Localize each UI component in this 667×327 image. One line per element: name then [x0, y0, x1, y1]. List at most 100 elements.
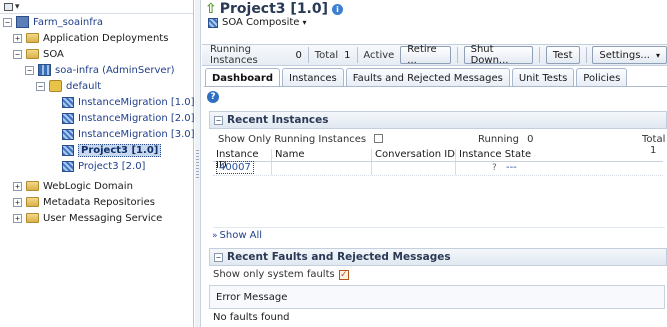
tab-dashboard[interactable]: Dashboard: [205, 68, 280, 87]
collapse-icon[interactable]: −: [214, 252, 223, 262]
instance-id-cell: 40007: [213, 161, 272, 175]
system-faults-filter: Show only system faults ✓: [213, 269, 349, 280]
tree-item-label: InstanceMigration [1.0]: [78, 96, 195, 108]
running-only-label: Show Only Running Instances: [218, 134, 367, 145]
splitter-grip-icon[interactable]: [196, 150, 199, 178]
column-header[interactable]: Name: [272, 149, 372, 161]
collapse-icon[interactable]: −: [214, 115, 223, 125]
column-header[interactable]: Instance State: [456, 149, 663, 161]
page-header: ⇧ Project3 [1.0] i: [205, 1, 344, 17]
collapse-icon[interactable]: −: [3, 17, 12, 27]
table-row[interactable]: 40007 ? ---: [213, 161, 663, 176]
folder-icon: [26, 181, 39, 191]
conversation-cell: [372, 162, 456, 175]
toolbar-separator: [307, 47, 309, 63]
tree-item-label: InstanceMigration [3.0]: [78, 128, 195, 140]
tree-item-composite[interactable]: InstanceMigration [1.0]: [62, 94, 195, 110]
tree-item-label: soa-infra (AdminServer): [55, 64, 175, 76]
double-chevron-icon: »: [212, 230, 218, 241]
tree-item-metadata[interactable]: + Metadata Repositories: [13, 194, 155, 210]
section-title: Recent Instances: [227, 114, 329, 126]
running-instances-label: Running Instances: [210, 44, 258, 66]
tab-faults[interactable]: Faults and Rejected Messages: [345, 68, 510, 87]
running-only-checkbox[interactable]: [374, 134, 384, 143]
composite-toolbar: Running Instances 0 Total 1 Active Retir…: [202, 44, 667, 66]
tree-item-label: SOA: [43, 48, 64, 60]
recent-instances-header[interactable]: − Recent Instances: [209, 111, 667, 129]
info-icon[interactable]: i: [332, 3, 344, 15]
name-cell: [272, 162, 372, 175]
expand-icon[interactable]: +: [13, 213, 22, 223]
collapse-icon[interactable]: −: [13, 49, 22, 59]
show-all-label: Show All: [219, 230, 263, 241]
tree-item-soa[interactable]: − SOA: [13, 46, 64, 62]
tab-instances[interactable]: Instances: [282, 68, 344, 87]
composite-icon: [62, 112, 74, 124]
expand-icon[interactable]: +: [13, 181, 22, 191]
table-empty-area: [213, 178, 665, 228]
chevron-down-icon: ▾: [302, 18, 307, 27]
expand-icon[interactable]: +: [13, 197, 22, 207]
recent-instances-table: Instance ID Name Conversation ID Instanc…: [213, 149, 663, 176]
tree-item-app-deployments[interactable]: + Application Deployments: [13, 30, 168, 46]
tab-policies[interactable]: Policies: [576, 68, 628, 87]
composite-icon: [208, 17, 218, 28]
error-message-column-header[interactable]: Error Message: [209, 285, 665, 309]
tree-item-label: Application Deployments: [43, 32, 169, 44]
tree-view-menu-button[interactable]: ▾: [4, 2, 20, 12]
tree-item-ums[interactable]: + User Messaging Service: [13, 210, 162, 226]
tree-item-label: Project3 [1.0]: [78, 143, 162, 157]
tree-item-weblogic[interactable]: + WebLogic Domain: [13, 178, 133, 194]
composite-icon: [62, 144, 74, 156]
system-faults-checkbox[interactable]: ✓: [338, 269, 349, 280]
help-icon[interactable]: ?: [207, 91, 219, 103]
tree-item-composite[interactable]: InstanceMigration [2.0]: [62, 110, 195, 126]
soa-infra-icon: [38, 64, 51, 76]
instance-state-link[interactable]: ---: [506, 162, 517, 173]
running-value: 0: [527, 134, 534, 145]
total-label: Total: [314, 49, 339, 61]
tree-item-label: default: [66, 80, 102, 92]
composite-icon: [62, 160, 74, 172]
tree-item-composite-selected[interactable]: Project3 [1.0]: [62, 142, 162, 158]
column-header[interactable]: Instance ID: [213, 149, 272, 171]
collapse-icon[interactable]: −: [36, 81, 45, 91]
soa-composite-menu[interactable]: SOA Composite ▾: [208, 17, 306, 28]
tree-item-default[interactable]: − default: [36, 78, 101, 94]
instance-id-link[interactable]: 40007: [216, 161, 254, 174]
instances-filter-row: Show Only Running Instances Running 0 To…: [218, 134, 665, 156]
running-instances-value: 0: [295, 49, 302, 61]
show-all-link[interactable]: » Show All: [212, 230, 262, 241]
recent-faults-header[interactable]: − Recent Faults and Rejected Messages: [209, 248, 667, 266]
pane-splitter[interactable]: [195, 0, 201, 327]
up-arrow-icon: ⇧: [205, 1, 217, 17]
tree-item-composite[interactable]: InstanceMigration [3.0]: [62, 126, 195, 142]
tree-item-label: Metadata Repositories: [43, 196, 155, 208]
chevron-down-icon: ▾: [655, 50, 660, 60]
retire-button[interactable]: Retire ...: [400, 44, 451, 66]
settings-button-label: Settings...: [599, 49, 650, 61]
toolbar-separator: [585, 47, 587, 63]
folder-icon: [26, 49, 39, 59]
column-header[interactable]: Conversation ID: [372, 149, 456, 161]
test-button[interactable]: Test: [545, 46, 580, 64]
table-header: Instance ID Name Conversation ID Instanc…: [213, 149, 663, 171]
collapse-icon[interactable]: −: [25, 65, 34, 75]
section-title: Recent Faults and Rejected Messages: [227, 251, 451, 263]
toolbar-separator: [538, 47, 540, 63]
tree-toolbar: ▾: [0, 0, 193, 14]
tree-item-soa-infra[interactable]: − soa-infra (AdminServer): [25, 62, 175, 78]
chevron-down-icon: ▾: [15, 1, 20, 12]
tree-item-label: InstanceMigration [2.0]: [78, 112, 195, 124]
tree-item-composite[interactable]: Project3 [2.0]: [62, 158, 145, 174]
instance-state-cell: ? ---: [456, 162, 663, 175]
tab-unit-tests[interactable]: Unit Tests: [511, 68, 575, 87]
total-value: 1: [344, 49, 351, 61]
system-faults-label: Show only system faults: [213, 269, 335, 280]
shut-down-button[interactable]: Shut Down...: [463, 44, 533, 66]
settings-button[interactable]: Settings... ▾: [592, 46, 667, 64]
tab-bar: Dashboard Instances Faults and Rejected …: [205, 68, 628, 87]
running-count: Running 0: [478, 134, 534, 145]
tree-item-farm[interactable]: − Farm_soainfra: [3, 14, 103, 30]
expand-icon[interactable]: +: [13, 33, 22, 43]
